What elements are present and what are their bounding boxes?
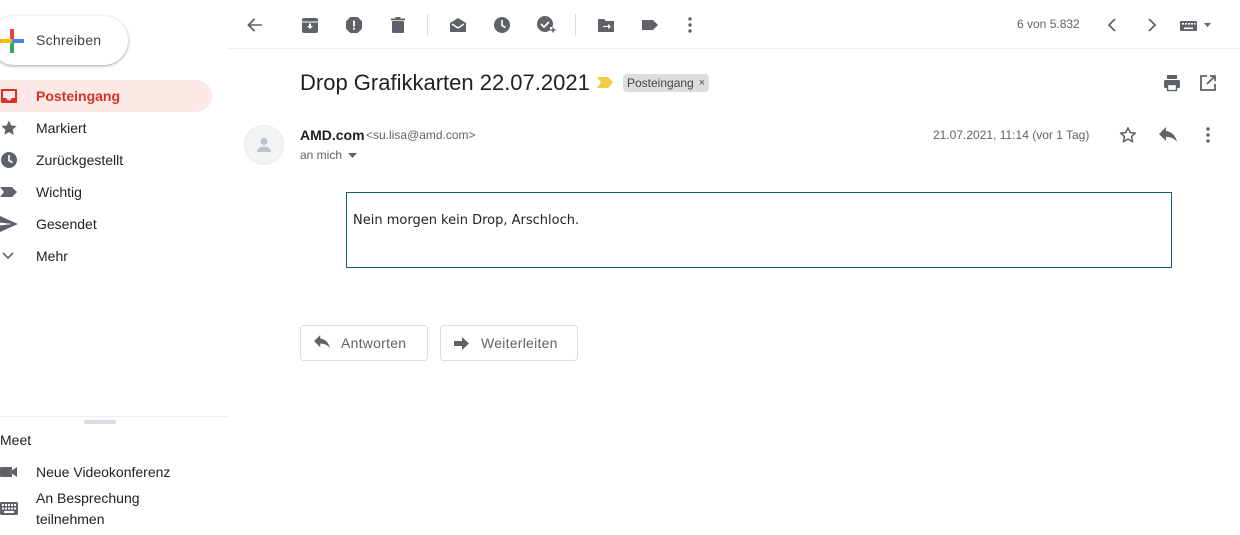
recipient-label: an mich bbox=[300, 148, 343, 162]
snooze-button[interactable] bbox=[490, 13, 514, 37]
star-button[interactable] bbox=[1119, 126, 1137, 144]
sidebar-item-label: Posteingang bbox=[36, 88, 121, 104]
recipient-details-toggle[interactable]: an mich bbox=[300, 148, 358, 162]
meet-join-line2: teilnehmen bbox=[36, 511, 105, 527]
mail-open-icon bbox=[449, 16, 467, 34]
nav-list: Posteingang Markiert Zurückgestellt Wich… bbox=[0, 80, 212, 272]
more-vert-icon bbox=[688, 17, 692, 33]
reply-icon bbox=[314, 335, 330, 349]
sender-avatar[interactable] bbox=[244, 125, 284, 165]
sidebar-item-snoozed[interactable]: Zurückgestellt bbox=[0, 144, 212, 176]
chevron-down-icon bbox=[0, 247, 18, 265]
open-in-new-icon bbox=[1199, 74, 1217, 92]
sidebar-item-label: Markiert bbox=[36, 120, 87, 136]
older-button[interactable] bbox=[1140, 13, 1164, 37]
sidebar-item-important[interactable]: Wichtig bbox=[0, 176, 212, 208]
chevron-right-icon bbox=[1147, 18, 1157, 32]
importance-marker-icon[interactable] bbox=[597, 77, 613, 88]
delete-button[interactable] bbox=[386, 13, 410, 37]
label-icon bbox=[641, 16, 659, 34]
message-date: 21.07.2021, 11:14 (vor 1 Tag) bbox=[933, 128, 1090, 142]
compose-button[interactable]: Schreiben bbox=[0, 16, 128, 65]
forward-action-label: Weiterleiten bbox=[481, 335, 558, 351]
compose-plus-icon bbox=[0, 29, 24, 53]
video-camera-icon bbox=[0, 465, 18, 479]
forward-action-button[interactable]: Weiterleiten bbox=[440, 325, 578, 361]
clock-icon bbox=[0, 151, 18, 169]
keyboard-icon bbox=[0, 502, 18, 515]
label-chip-text: Posteingang bbox=[627, 76, 694, 90]
sidebar-item-sent[interactable]: Gesendet bbox=[0, 208, 212, 240]
reply-icon bbox=[1159, 127, 1177, 143]
caret-down-icon bbox=[348, 152, 358, 158]
meet-join-line1: An Besprechung bbox=[36, 490, 140, 506]
more-options-button[interactable] bbox=[678, 13, 702, 37]
back-button[interactable] bbox=[243, 13, 267, 37]
meet-join-meeting-label: An Besprechung teilnehmen bbox=[36, 488, 206, 530]
star-outline-icon bbox=[1119, 126, 1137, 144]
toolbar-separator bbox=[575, 14, 576, 36]
more-vert-icon bbox=[1206, 127, 1210, 143]
arrow-back-icon bbox=[246, 16, 264, 34]
sidebar-item-label: Wichtig bbox=[36, 184, 82, 200]
mark-unread-button[interactable] bbox=[446, 13, 470, 37]
chevron-left-icon bbox=[1107, 18, 1117, 32]
keyboard-icon bbox=[1180, 18, 1214, 32]
add-to-tasks-button[interactable] bbox=[534, 13, 558, 37]
meet-new-meeting-label: Neue Videokonferenz bbox=[36, 464, 171, 480]
message-toolbar: 6 von 5.832 bbox=[228, 0, 1240, 49]
sidebar-item-inbox[interactable]: Posteingang bbox=[0, 80, 212, 112]
sender-name[interactable]: AMD.com bbox=[300, 127, 365, 143]
meet-section-title: Meet bbox=[0, 432, 32, 448]
print-icon bbox=[1163, 74, 1181, 92]
resize-handle[interactable] bbox=[84, 420, 116, 424]
sidebar-item-label: Gesendet bbox=[36, 216, 97, 232]
person-icon bbox=[255, 136, 273, 154]
report-spam-icon bbox=[345, 16, 363, 34]
remove-label-button[interactable]: × bbox=[699, 77, 705, 89]
inbox-icon bbox=[0, 87, 18, 105]
archive-icon bbox=[301, 16, 319, 34]
input-tools-button[interactable] bbox=[1180, 13, 1214, 37]
pagination-count: 6 von 5.832 bbox=[1017, 17, 1080, 31]
move-to-button[interactable] bbox=[594, 13, 618, 37]
reply-action-label: Antworten bbox=[341, 335, 407, 351]
email-subject: Drop Grafikkarten 22.07.2021 bbox=[300, 70, 590, 95]
sidebar-divider bbox=[0, 416, 228, 417]
report-spam-button[interactable] bbox=[342, 13, 366, 37]
sidebar-item-label: Mehr bbox=[36, 248, 68, 264]
archive-button[interactable] bbox=[298, 13, 322, 37]
send-icon bbox=[0, 215, 18, 233]
message-body: Nein morgen kein Drop, Arschloch. bbox=[346, 192, 1172, 268]
message-body-text: Nein morgen kein Drop, Arschloch. bbox=[353, 213, 580, 228]
move-to-folder-icon bbox=[597, 16, 615, 34]
compose-label: Schreiben bbox=[36, 32, 102, 48]
sidebar-item-label: Zurückgestellt bbox=[36, 152, 124, 168]
message-more-button[interactable] bbox=[1206, 127, 1210, 143]
add-task-icon bbox=[536, 15, 556, 35]
sidebar-item-more[interactable]: Mehr bbox=[0, 240, 212, 272]
open-new-window-button[interactable] bbox=[1199, 74, 1217, 92]
reply-action-button[interactable]: Antworten bbox=[300, 325, 428, 361]
sidebar: Schreiben Posteingang Markiert Zurückges… bbox=[0, 0, 228, 535]
label-chip-inbox[interactable]: Posteingang × bbox=[623, 74, 710, 92]
forward-arrow-icon bbox=[454, 337, 469, 350]
labels-button[interactable] bbox=[638, 13, 662, 37]
important-icon bbox=[0, 183, 18, 201]
print-button[interactable] bbox=[1163, 74, 1181, 92]
reply-button[interactable] bbox=[1159, 127, 1177, 143]
star-icon bbox=[0, 119, 18, 137]
clock-icon bbox=[493, 16, 511, 34]
toolbar-separator bbox=[427, 14, 428, 36]
sidebar-item-starred[interactable]: Markiert bbox=[0, 112, 212, 144]
sender-email: <su.lisa@amd.com> bbox=[366, 128, 476, 142]
newer-button[interactable] bbox=[1100, 13, 1124, 37]
trash-icon bbox=[389, 16, 407, 34]
